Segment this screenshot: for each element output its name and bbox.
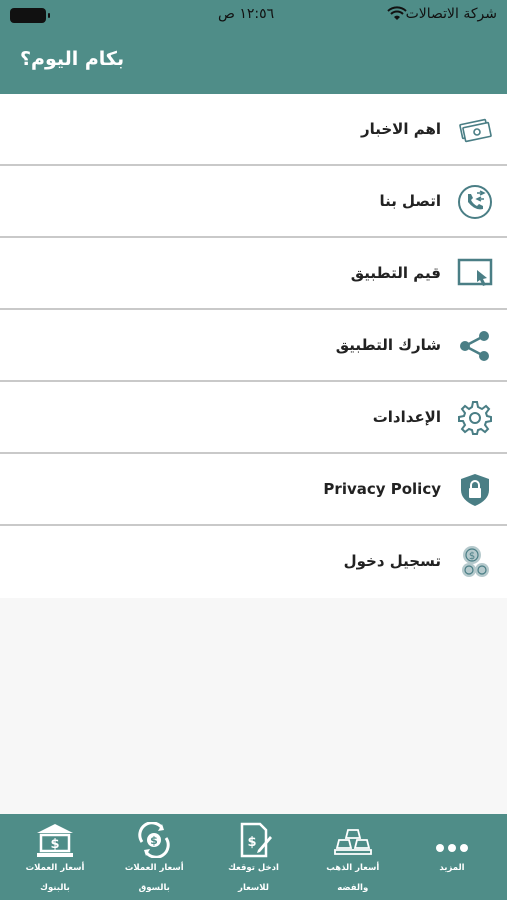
share-icon (457, 328, 493, 364)
tab-label: والفضه (337, 883, 369, 893)
menu-item-rate[interactable]: قيم التطبيق (0, 238, 507, 310)
menu-item-label: شارك التطبيق (335, 336, 441, 354)
tab-more[interactable]: المزيد (407, 814, 497, 900)
tab-label: للاسعار (238, 883, 269, 893)
svg-text:$: $ (50, 837, 59, 852)
svg-text:$: $ (469, 551, 475, 562)
tab-label: بالبنوك (40, 883, 70, 893)
header-bar: بكام اليوم؟ (0, 30, 507, 94)
wifi-icon (387, 6, 407, 26)
page-title: بكام اليوم؟ (20, 48, 125, 70)
money-icon (457, 112, 493, 148)
tab-label: المزيد (439, 863, 465, 873)
gold-bars-icon (333, 822, 373, 858)
menu-item-label: تسجيل دخول (343, 552, 441, 570)
tab-gold-silver[interactable]: أسعار الذهب والفضه (308, 814, 398, 900)
menu-item-contact[interactable]: اتصل بنا (0, 166, 507, 238)
more-icon (432, 822, 472, 858)
tab-market-rates[interactable]: $ أسعار العملات بالسوق (109, 814, 199, 900)
coins-icon: $ (457, 544, 493, 580)
menu-item-label: الإعدادات (372, 408, 441, 426)
carrier-name: شركة الاتصالات (405, 6, 497, 22)
status-bar: شركة الاتصالات ١٢:٥٦ ص (0, 0, 507, 30)
svg-text:$: $ (247, 835, 256, 850)
gear-icon (457, 400, 493, 436)
menu-item-label: قيم التطبيق (350, 264, 441, 282)
shield-lock-icon (457, 472, 493, 508)
phone-icon (457, 184, 493, 220)
clock: ١٢:٥٦ ص (218, 6, 275, 22)
menu-item-settings[interactable]: الإعدادات (0, 382, 507, 454)
tab-label: بالسوق (138, 883, 170, 893)
menu-item-label: اهم الاخبار (360, 120, 441, 138)
tab-label: أسعار العملات (124, 863, 184, 873)
tab-predict-prices[interactable]: $ ادخل توقعك للاسعار (209, 814, 299, 900)
menu-item-share[interactable]: شارك التطبيق (0, 310, 507, 382)
rate-app-icon (457, 256, 493, 292)
tab-label: ادخل توقعك (228, 863, 279, 873)
menu-list: اهم الاخبار اتصل بنا قيم التطبيق شارك ال… (0, 94, 507, 598)
menu-item-label: Privacy Policy (323, 480, 441, 498)
svg-text:$: $ (150, 834, 158, 847)
tab-label: أسعار العملات (25, 863, 85, 873)
document-edit-icon: $ (234, 822, 274, 858)
menu-item-privacy-policy[interactable]: Privacy Policy (0, 454, 507, 526)
menu-item-login[interactable]: $ تسجيل دخول (0, 526, 507, 598)
bottom-tab-bar: $ أسعار العملات بالبنوك $ أسعار العملات … (0, 814, 507, 900)
currency-exchange-icon: $ (134, 821, 174, 859)
menu-item-label: اتصل بنا (379, 192, 441, 210)
bank-icon: $ (35, 822, 75, 858)
tab-bank-rates[interactable]: $ أسعار العملات بالبنوك (10, 814, 100, 900)
tab-label: أسعار الذهب (326, 863, 380, 873)
battery-icon (10, 8, 50, 23)
menu-item-news[interactable]: اهم الاخبار (0, 94, 507, 166)
